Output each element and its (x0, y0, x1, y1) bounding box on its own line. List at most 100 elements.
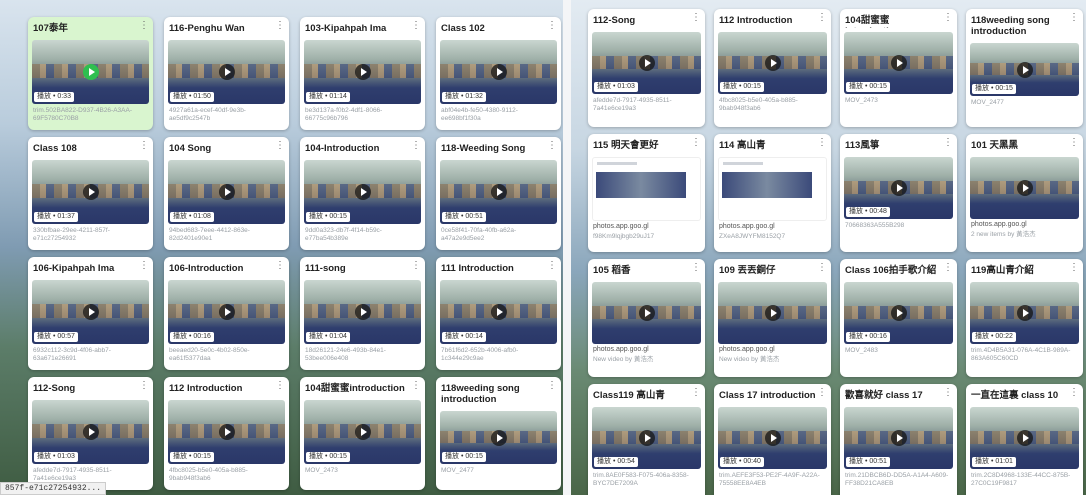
play-icon[interactable] (82, 64, 99, 80)
video-card[interactable]: Class 102 ⋮ 播放 • 01:32 abf04e4b-fe50-4380-9… (436, 17, 561, 130)
play-icon[interactable] (82, 424, 99, 440)
play-icon[interactable] (890, 430, 907, 446)
play-icon[interactable] (82, 304, 99, 320)
video-thumbnail[interactable]: 播放 • 01:01 (970, 407, 1079, 469)
video-card[interactable]: 112 Introduction ⋮ 播放 • 00:15 4fbc8025-b5e0… (164, 377, 289, 490)
more-options-icon[interactable]: ⋮ (943, 263, 953, 273)
video-thumbnail[interactable]: 播放 • 01:03 (592, 32, 701, 94)
video-thumbnail[interactable]: 播放 • 00:16 (844, 282, 953, 344)
play-icon[interactable] (764, 55, 781, 71)
play-icon[interactable] (1016, 180, 1033, 196)
more-options-icon[interactable]: ⋮ (1069, 138, 1079, 148)
more-options-icon[interactable]: ⋮ (943, 138, 953, 148)
video-card[interactable]: 104-Introduction ⋮ 播放 • 00:15 9dd0a323-db7f… (300, 137, 425, 250)
video-thumbnail[interactable] (592, 157, 701, 221)
more-options-icon[interactable]: ⋮ (1069, 13, 1079, 23)
more-options-icon[interactable]: ⋮ (275, 21, 285, 31)
video-card[interactable]: 101 天黑黑 ⋮ photos.app.goo.gl 2 new items by … (966, 134, 1083, 252)
video-card[interactable]: 104甜蜜蜜introduction ⋮ 播放 • 00:15 MOV_2473 (300, 377, 425, 490)
video-thumbnail[interactable]: 播放 • 00:40 (718, 407, 827, 469)
more-options-icon[interactable]: ⋮ (817, 138, 827, 148)
more-options-icon[interactable]: ⋮ (139, 381, 149, 391)
play-icon[interactable] (354, 424, 371, 440)
video-thumbnail[interactable]: 播放 • 00:15 (304, 400, 421, 464)
video-thumbnail[interactable]: 播放 • 00:15 (304, 160, 421, 224)
video-card[interactable]: 111 Introduction ⋮ 播放 • 00:14 7b61f6d2-652b… (436, 257, 561, 370)
more-options-icon[interactable]: ⋮ (139, 261, 149, 271)
video-card[interactable]: Class119 高山青 ⋮ 播放 • 00:54 trim.8AE0F583-F07… (588, 384, 705, 495)
video-card[interactable]: 116-Penghu Wan ⋮ 播放 • 01:50 4927a61a-ecef-4… (164, 17, 289, 130)
video-thumbnail[interactable]: 播放 • 00:16 (168, 280, 285, 344)
video-thumbnail[interactable]: 播放 • 01:08 (168, 160, 285, 224)
video-card[interactable]: 115 明天會更好 ⋮ photos.app.goo.gl f98Km9lqjbgb2… (588, 134, 705, 252)
more-options-icon[interactable]: ⋮ (817, 388, 827, 398)
video-thumbnail[interactable] (718, 157, 827, 221)
play-icon[interactable] (638, 55, 655, 71)
more-options-icon[interactable]: ⋮ (691, 263, 701, 273)
play-icon[interactable] (890, 55, 907, 71)
play-icon[interactable] (218, 304, 235, 320)
more-options-icon[interactable]: ⋮ (411, 261, 421, 271)
video-thumbnail[interactable]: 播放 • 00:14 (440, 280, 557, 344)
video-card[interactable]: 118-Weeding Song ⋮ 播放 • 00:51 0ce58f41-70fa… (436, 137, 561, 250)
video-thumbnail[interactable]: 播放 • 00:51 (844, 407, 953, 469)
play-icon[interactable] (82, 184, 99, 200)
video-thumbnail[interactable]: 播放 • 00:15 (970, 43, 1079, 96)
play-icon[interactable] (218, 64, 235, 80)
more-options-icon[interactable]: ⋮ (411, 141, 421, 151)
more-options-icon[interactable]: ⋮ (547, 261, 557, 271)
video-thumbnail[interactable] (970, 157, 1079, 219)
play-icon[interactable] (764, 430, 781, 446)
video-thumbnail[interactable]: 播放 • 01:37 (32, 160, 149, 224)
more-options-icon[interactable]: ⋮ (1069, 263, 1079, 273)
video-thumbnail[interactable]: 播放 • 00:15 (440, 411, 557, 464)
video-card[interactable]: 109 丟丟銅仔 ⋮ photos.app.goo.gl New video by 黃… (714, 259, 831, 377)
video-thumbnail[interactable]: 播放 • 00:51 (440, 160, 557, 224)
more-options-icon[interactable]: ⋮ (411, 21, 421, 31)
video-card[interactable]: 118weeding song introduction ⋮ 播放 • 00:15 M… (966, 9, 1083, 127)
play-icon[interactable] (218, 184, 235, 200)
play-icon[interactable] (1016, 61, 1033, 78)
play-icon[interactable] (490, 304, 507, 320)
play-icon[interactable] (354, 64, 371, 80)
play-icon[interactable] (638, 430, 655, 446)
more-options-icon[interactable]: ⋮ (691, 138, 701, 148)
video-card[interactable]: 114 高山青 ⋮ photos.app.goo.gl ZXeA8JWYFM8152Q… (714, 134, 831, 252)
video-thumbnail[interactable]: 播放 • 01:03 (32, 400, 149, 464)
video-card[interactable]: 118weeding song introduction ⋮ 播放 • 00:15 M… (436, 377, 561, 490)
video-card[interactable]: 106-Introduction ⋮ 播放 • 00:16 beeaed20-5e0c… (164, 257, 289, 370)
video-thumbnail[interactable]: 播放 • 00:48 (844, 157, 953, 219)
video-thumbnail[interactable]: 播放 • 01:32 (440, 40, 557, 104)
more-options-icon[interactable]: ⋮ (943, 13, 953, 23)
play-icon[interactable] (764, 305, 781, 321)
play-icon[interactable] (638, 305, 655, 321)
more-options-icon[interactable]: ⋮ (547, 21, 557, 31)
more-options-icon[interactable]: ⋮ (547, 141, 557, 151)
video-card[interactable]: Class 17 introduction ⋮ 播放 • 00:40 trim.AEF… (714, 384, 831, 495)
play-icon[interactable] (490, 429, 507, 446)
video-card[interactable]: 111-song ⋮ 播放 • 01:04 18d26121-24e6-493b-84… (300, 257, 425, 370)
more-options-icon[interactable]: ⋮ (691, 13, 701, 23)
play-icon[interactable] (890, 305, 907, 321)
play-icon[interactable] (354, 304, 371, 320)
video-card[interactable]: 歡喜就好 class 17 ⋮ 播放 • 00:51 trim.21DBCB6D-DD… (840, 384, 957, 495)
more-options-icon[interactable]: ⋮ (691, 388, 701, 398)
video-card[interactable]: 103-Kipahpah Ima ⋮ 播放 • 01:14 be3d137a-f0b2… (300, 17, 425, 130)
play-icon[interactable] (1016, 305, 1033, 321)
video-thumbnail[interactable]: 播放 • 00:15 (844, 32, 953, 94)
more-options-icon[interactable]: ⋮ (275, 261, 285, 271)
video-card[interactable]: 113風箏 ⋮ 播放 • 00:48 70668363A555B298 (840, 134, 957, 252)
more-options-icon[interactable]: ⋮ (139, 141, 149, 151)
video-thumbnail[interactable]: 播放 • 01:04 (304, 280, 421, 344)
video-thumbnail[interactable] (718, 282, 827, 344)
video-thumbnail[interactable] (592, 282, 701, 344)
play-icon[interactable] (218, 424, 235, 440)
play-icon[interactable] (490, 64, 507, 80)
more-options-icon[interactable]: ⋮ (547, 381, 557, 391)
video-thumbnail[interactable]: 播放 • 0:33 (32, 40, 149, 104)
video-card[interactable]: 104甜蜜蜜introduction ⋮ 播放 • 00:15 MOV_2473 (840, 9, 957, 127)
play-icon[interactable] (354, 184, 371, 200)
more-options-icon[interactable]: ⋮ (275, 141, 285, 151)
more-options-icon[interactable]: ⋮ (275, 381, 285, 391)
more-options-icon[interactable]: ⋮ (1069, 388, 1079, 398)
